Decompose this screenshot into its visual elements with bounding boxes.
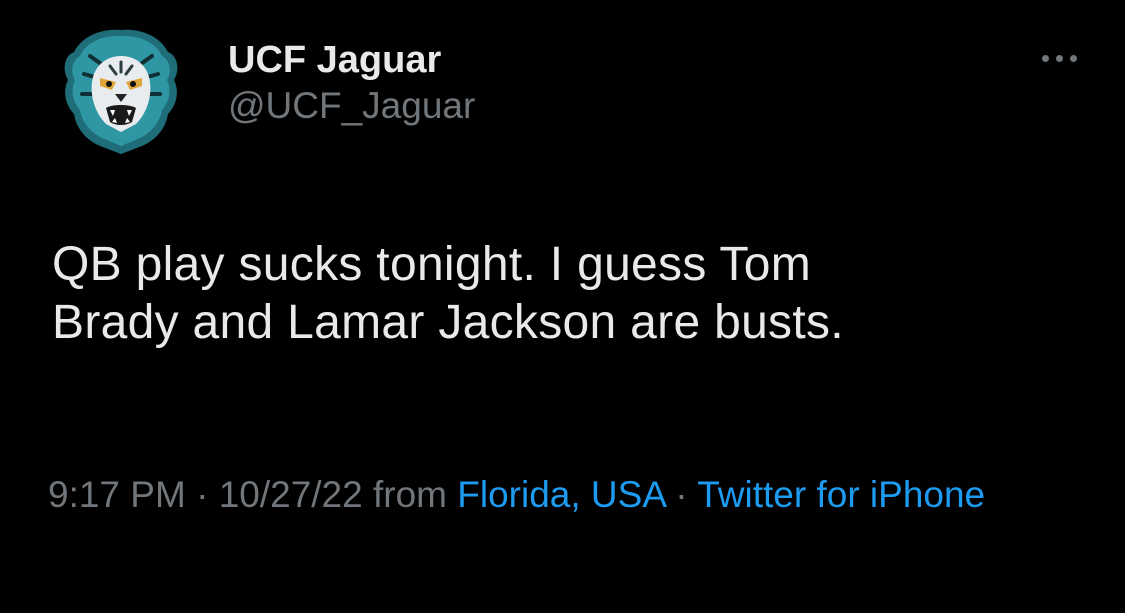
tweet-text-line: QB play sucks tonight. I guess Tom xyxy=(52,238,812,291)
tweet-time[interactable]: 9:17 PM xyxy=(48,474,186,515)
tweet-detail: UCF Jaguar @UCF_Jaguar QB play sucks ton… xyxy=(0,0,1125,613)
tweet-meta: 9:17 PM · 10/27/22 from Florida, USA · T… xyxy=(48,466,1078,524)
source-link[interactable]: Twitter for iPhone xyxy=(697,474,985,515)
from-label: from xyxy=(373,474,447,515)
tweet-date[interactable]: 10/27/22 xyxy=(219,474,363,515)
location-link[interactable]: Florida, USA xyxy=(457,474,665,515)
tweet-text-line: Brady and Lamar Jackson are busts. xyxy=(52,296,844,349)
meta-separator: · xyxy=(196,474,209,515)
tweet-text: QB play sucks tonight. I guess Tom Brady… xyxy=(52,236,1072,352)
jaguar-logo-avatar-icon[interactable] xyxy=(60,26,182,156)
more-dot xyxy=(1070,55,1077,62)
author-handle[interactable]: @UCF_Jaguar xyxy=(228,84,475,128)
author-names: UCF Jaguar @UCF_Jaguar xyxy=(228,38,475,128)
more-dot xyxy=(1042,55,1049,62)
tweet-header: UCF Jaguar @UCF_Jaguar xyxy=(60,18,1080,158)
meta-separator: · xyxy=(675,474,688,515)
more-dot xyxy=(1056,55,1063,62)
more-dots-icon[interactable] xyxy=(1040,48,1080,68)
author-display-name[interactable]: UCF Jaguar xyxy=(228,38,475,82)
